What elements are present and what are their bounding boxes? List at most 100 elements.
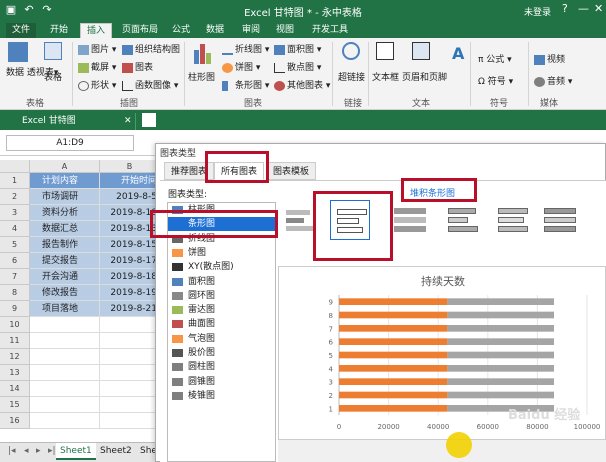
column-chart-button[interactable]: 柱形图 xyxy=(188,70,215,83)
column-header-b[interactable]: B xyxy=(100,160,160,173)
row-header[interactable]: 7 xyxy=(0,269,30,285)
row-header[interactable]: 6 xyxy=(0,253,30,269)
tab-chart-templates[interactable]: 图表模板 xyxy=(266,162,317,180)
equation-button[interactable]: π 公式 ▾ xyxy=(478,52,512,65)
workbook-tab[interactable]: Excel 甘特图 ✕ xyxy=(4,113,136,130)
cell-b[interactable]: 2019-8-15 xyxy=(100,237,160,253)
screenshot-button[interactable]: 截屏 ▾ xyxy=(78,60,116,73)
tab-insert[interactable]: 插入 xyxy=(80,23,113,38)
column-chart-icon[interactable] xyxy=(192,42,214,64)
new-tab-icon[interactable] xyxy=(142,113,156,127)
header-footer-button[interactable]: 页眉和页脚 xyxy=(402,70,447,83)
symbol-button[interactable]: Ω 符号 ▾ xyxy=(478,74,513,87)
cell-a[interactable] xyxy=(30,349,100,365)
row-header[interactable]: 2 xyxy=(0,189,30,205)
chart-type-item[interactable]: 圆锥图 xyxy=(168,375,275,389)
cell-a[interactable] xyxy=(30,397,100,413)
cell-a[interactable]: 提交报告 xyxy=(30,253,100,269)
row-header[interactable]: 11 xyxy=(0,333,30,349)
row-header[interactable]: 12 xyxy=(0,349,30,365)
chart-type-item[interactable]: 股价图 xyxy=(168,346,275,360)
cell-a[interactable]: 数据汇总 xyxy=(30,221,100,237)
row-header[interactable]: 5 xyxy=(0,237,30,253)
cell-a[interactable]: 项目落地 xyxy=(30,301,100,317)
shapes-button[interactable]: 形状 ▾ xyxy=(78,78,116,91)
cell-b[interactable]: 2019-8-19 xyxy=(100,285,160,301)
subtype-3d-stacked-bar[interactable] xyxy=(494,200,534,240)
cell-a[interactable] xyxy=(30,413,100,429)
chart-type-item[interactable]: 雷达图 xyxy=(168,303,275,317)
row-header[interactable]: 13 xyxy=(0,365,30,381)
area-chart-button[interactable]: 面积图 ▾ xyxy=(274,42,321,55)
help-icon[interactable]: ? xyxy=(562,2,568,15)
row-header[interactable]: 16 xyxy=(0,413,30,429)
subtype-3d-percent-stacked-bar[interactable] xyxy=(540,200,580,240)
table-icon[interactable] xyxy=(44,42,62,60)
cell-a[interactable]: 市场调研 xyxy=(30,189,100,205)
cell-b[interactable]: 2019-8-17 xyxy=(100,253,160,269)
chart-type-item[interactable]: 棱锥图 xyxy=(168,389,275,403)
sheet-tab-2[interactable]: Sheet2 xyxy=(96,443,136,460)
textbox-icon[interactable] xyxy=(376,42,394,60)
row-header[interactable]: 1 xyxy=(0,173,30,189)
close-button[interactable]: ✕ xyxy=(594,2,603,15)
subtype-percent-stacked-bar[interactable] xyxy=(390,200,430,240)
picture-button[interactable]: 图片 ▾ xyxy=(78,42,116,55)
chart-type-item[interactable]: 圆环图 xyxy=(168,289,275,303)
chart-type-item[interactable]: 面积图 xyxy=(168,275,275,289)
cell-b[interactable] xyxy=(100,381,160,397)
cell-b[interactable]: 2019-8-5 xyxy=(100,189,160,205)
scroll-first-icon[interactable]: |◂ xyxy=(4,443,20,460)
tab-view[interactable]: 视图 xyxy=(270,23,300,38)
row-header[interactable]: 8 xyxy=(0,285,30,301)
textbox-button[interactable]: 文本框 xyxy=(372,70,399,83)
cell-a[interactable] xyxy=(30,365,100,381)
login-status[interactable]: 未登录 xyxy=(524,5,551,18)
tab-data[interactable]: 数据 xyxy=(200,23,230,38)
cell-a[interactable]: 资料分析 xyxy=(30,205,100,221)
row-header[interactable]: 3 xyxy=(0,205,30,221)
tab-page-layout[interactable]: 页面布局 xyxy=(116,23,164,38)
select-all-corner[interactable] xyxy=(0,160,30,173)
row-header[interactable]: 4 xyxy=(0,221,30,237)
row-header[interactable]: 10 xyxy=(0,317,30,333)
cell-b[interactable]: 2019-8-21 xyxy=(100,301,160,317)
org-chart-button[interactable]: 组织结构图 xyxy=(122,42,180,55)
pivot-table-icon[interactable] xyxy=(8,42,28,62)
hyperlink-icon[interactable] xyxy=(342,42,360,60)
tab-formulas[interactable]: 公式 xyxy=(166,23,196,38)
chart-button[interactable]: 图表 xyxy=(122,60,153,73)
wordart-button[interactable]: A xyxy=(452,44,464,63)
pie-chart-button[interactable]: 饼图 ▾ xyxy=(222,60,260,73)
cell-b[interactable]: 开始时间 xyxy=(100,173,160,189)
row-header[interactable]: 9 xyxy=(0,301,30,317)
cell-a[interactable]: 开会沟通 xyxy=(30,269,100,285)
cell-b[interactable] xyxy=(100,349,160,365)
pivot-table-button[interactable]: 数据 透视表▾ xyxy=(6,68,58,78)
bar-chart-button[interactable]: 条形图 ▾ xyxy=(222,78,269,91)
chart-type-item[interactable]: 圆柱图 xyxy=(168,360,275,374)
minimize-button[interactable]: — xyxy=(578,2,589,15)
tab-review[interactable]: 审阅 xyxy=(236,23,266,38)
video-button[interactable]: 视频 xyxy=(534,52,565,65)
name-box[interactable]: A1:D9 xyxy=(6,135,134,151)
header-footer-icon[interactable] xyxy=(412,42,430,60)
chart-type-item[interactable]: 气泡图 xyxy=(168,332,275,346)
cell-a[interactable]: 修改报告 xyxy=(30,285,100,301)
column-header-a[interactable]: A xyxy=(30,160,100,173)
tab-developer[interactable]: 开发工具 xyxy=(306,23,354,38)
row-header[interactable]: 15 xyxy=(0,397,30,413)
tab-home[interactable]: 开始 xyxy=(44,23,74,38)
cell-b[interactable] xyxy=(100,365,160,381)
chart-type-item[interactable]: 曲面图 xyxy=(168,317,275,331)
sheet-tab-1[interactable]: Sheet1 xyxy=(56,443,96,460)
cell-a[interactable] xyxy=(30,333,100,349)
cell-b[interactable] xyxy=(100,333,160,349)
scroll-prev-icon[interactable]: ◂ xyxy=(20,443,33,460)
audio-button[interactable]: 音频 ▾ xyxy=(534,74,572,87)
function-graph-button[interactable]: 函数图像 ▾ xyxy=(122,78,178,91)
other-charts-button[interactable]: 其他图表 ▾ xyxy=(274,78,330,91)
cell-a[interactable]: 计划内容 xyxy=(30,173,100,189)
hyperlink-button[interactable]: 超链接 xyxy=(338,70,365,83)
chart-type-item[interactable]: XY(散点图) xyxy=(168,260,275,274)
